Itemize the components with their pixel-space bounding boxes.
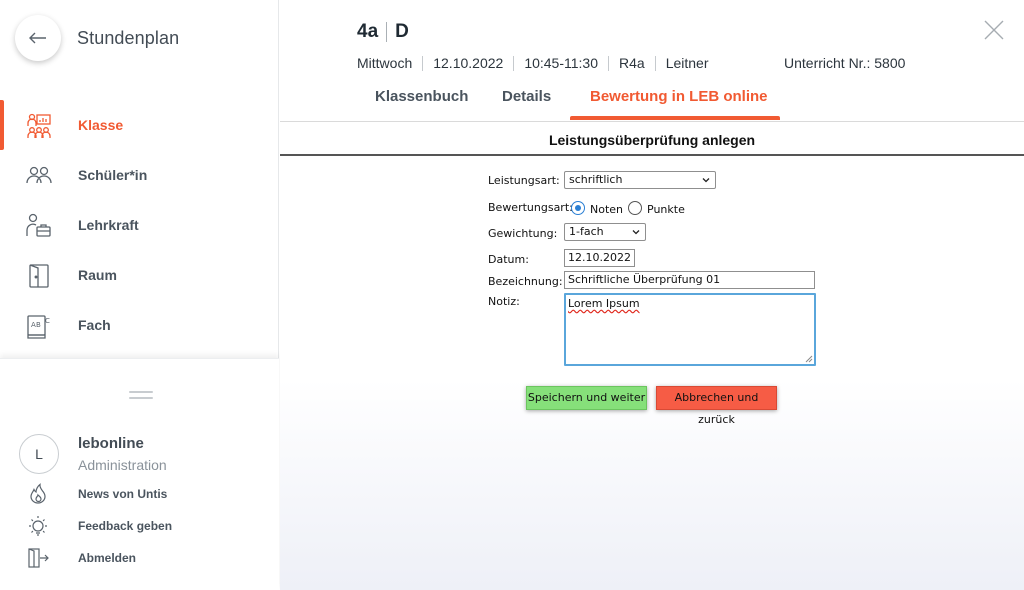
sidebar-item-klasse[interactable]: Klasse — [0, 100, 279, 150]
lesson-date: 12.10.2022 — [433, 55, 504, 71]
class-icon — [27, 113, 51, 138]
chevron-down-icon — [702, 178, 710, 183]
gewichtung-select[interactable]: 1-fach — [564, 223, 646, 241]
lesson-number: Unterricht Nr.: 5800 — [784, 55, 906, 71]
notiz-textarea[interactable]: Lorem Ipsum — [564, 293, 816, 366]
notiz-label: Notiz: — [488, 295, 520, 308]
gewichtung-label: Gewichtung: — [488, 227, 558, 240]
news-link[interactable]: News von Untis — [0, 480, 279, 508]
form-header: Leistungsüberprüfung anlegen — [280, 122, 1024, 156]
form-title: Leistungsüberprüfung anlegen — [548, 132, 756, 148]
bezeichnung-input[interactable]: Schriftliche Überprüfung 01 — [564, 271, 815, 289]
leb-form-frame: Leistungsüberprüfung anlegen Leistungsar… — [280, 121, 1024, 590]
feedback-link-label: Feedback geben — [78, 519, 173, 533]
sidebar-item-fach[interactable]: A B C Fach — [0, 300, 279, 350]
user-name: lebonline — [78, 435, 144, 452]
sidebar-item-label: Fach — [78, 317, 111, 333]
datum-input[interactable]: 12.10.2022 — [564, 249, 635, 267]
tab-details[interactable]: Details — [502, 88, 551, 120]
svg-text:C: C — [45, 317, 50, 325]
class-name: 4a — [357, 21, 379, 42]
avatar[interactable]: L — [19, 434, 59, 474]
door-icon — [29, 264, 49, 288]
leistungsart-select[interactable]: schriftlich — [564, 171, 716, 189]
sidebar-footer: L lebonline Administration News von Unti… — [0, 358, 279, 590]
flame-icon — [30, 483, 46, 504]
news-link-label: News von Untis — [78, 487, 168, 501]
teacher-icon — [26, 213, 51, 237]
lesson-day: Mittwoch — [357, 55, 413, 71]
save-button[interactable]: Speichern und weiter — [526, 386, 647, 410]
bezeichnung-label: Bezeichnung: — [488, 275, 563, 288]
back-button[interactable] — [15, 15, 61, 61]
lightbulb-icon — [29, 516, 47, 536]
feedback-link[interactable]: Feedback geben — [0, 512, 279, 540]
tab-klassenbuch[interactable]: Klassenbuch — [375, 88, 468, 120]
sidebar-item-lehrkraft[interactable]: Lehrkraft — [0, 200, 279, 250]
sidebar-item-label: Klasse — [78, 117, 124, 133]
gewichtung-value: 1-fach — [569, 225, 604, 238]
lesson-room: R4a — [619, 55, 645, 71]
datum-label: Datum: — [488, 253, 529, 266]
students-icon — [26, 166, 52, 184]
cancel-button[interactable]: Abbrechen und zurück — [656, 386, 777, 426]
sidebar-item-schueler[interactable]: Schüler*in — [0, 150, 279, 200]
bewertungsart-label: Bewertungsart: — [488, 201, 573, 214]
page-title: 4a D — [357, 21, 409, 43]
logout-icon — [28, 548, 49, 568]
arrow-left-icon — [29, 32, 46, 44]
subject-icon: A B C — [27, 315, 50, 339]
sidebar-title: Stundenplan — [77, 28, 180, 48]
sidebar-header: Stundenplan — [0, 0, 279, 80]
lesson-meta: Mittwoch 12.10.2022 10:45-11:30 R4a Leit… — [357, 55, 709, 71]
resize-grip-icon[interactable] — [804, 354, 813, 363]
radio-noten-label: Noten — [590, 203, 624, 216]
user-role: Administration — [78, 457, 167, 473]
chevron-down-icon — [632, 230, 640, 235]
radio-punkte[interactable] — [628, 201, 642, 215]
logout-link-label: Abmelden — [78, 551, 137, 565]
sidebar-item-label: Raum — [78, 267, 117, 283]
lesson-time: 10:45-11:30 — [524, 55, 599, 71]
leistungsart-value: schriftlich — [569, 173, 623, 186]
lesson-teacher: Leitner — [665, 55, 709, 71]
logout-link[interactable]: Abmelden — [0, 544, 279, 572]
sidebar-item-raum[interactable]: Raum — [0, 250, 279, 300]
notiz-value: Lorem Ipsum — [568, 297, 640, 310]
sidebar-item-label: Schüler*in — [78, 167, 148, 183]
svg-text:B: B — [36, 321, 41, 329]
lesson-detail-panel: 4a D Mittwoch 12.10.2022 10:45-11:30 R4a… — [280, 0, 1024, 590]
sidebar-item-label: Lehrkraft — [78, 217, 139, 233]
close-icon[interactable] — [984, 20, 1004, 40]
subject-name: D — [395, 21, 409, 42]
active-tab-indicator — [570, 116, 780, 120]
radio-punkte-label: Punkte — [647, 203, 685, 216]
drag-handle[interactable] — [129, 391, 153, 399]
sidebar-nav: Klasse Schüler*in Lehrkraft Raum A B C F… — [0, 100, 279, 350]
radio-noten[interactable] — [571, 201, 585, 215]
sidebar: Stundenplan Klasse Schüler*in Lehrkraft … — [0, 0, 279, 590]
leistungsart-label: Leistungsart: — [488, 174, 560, 187]
